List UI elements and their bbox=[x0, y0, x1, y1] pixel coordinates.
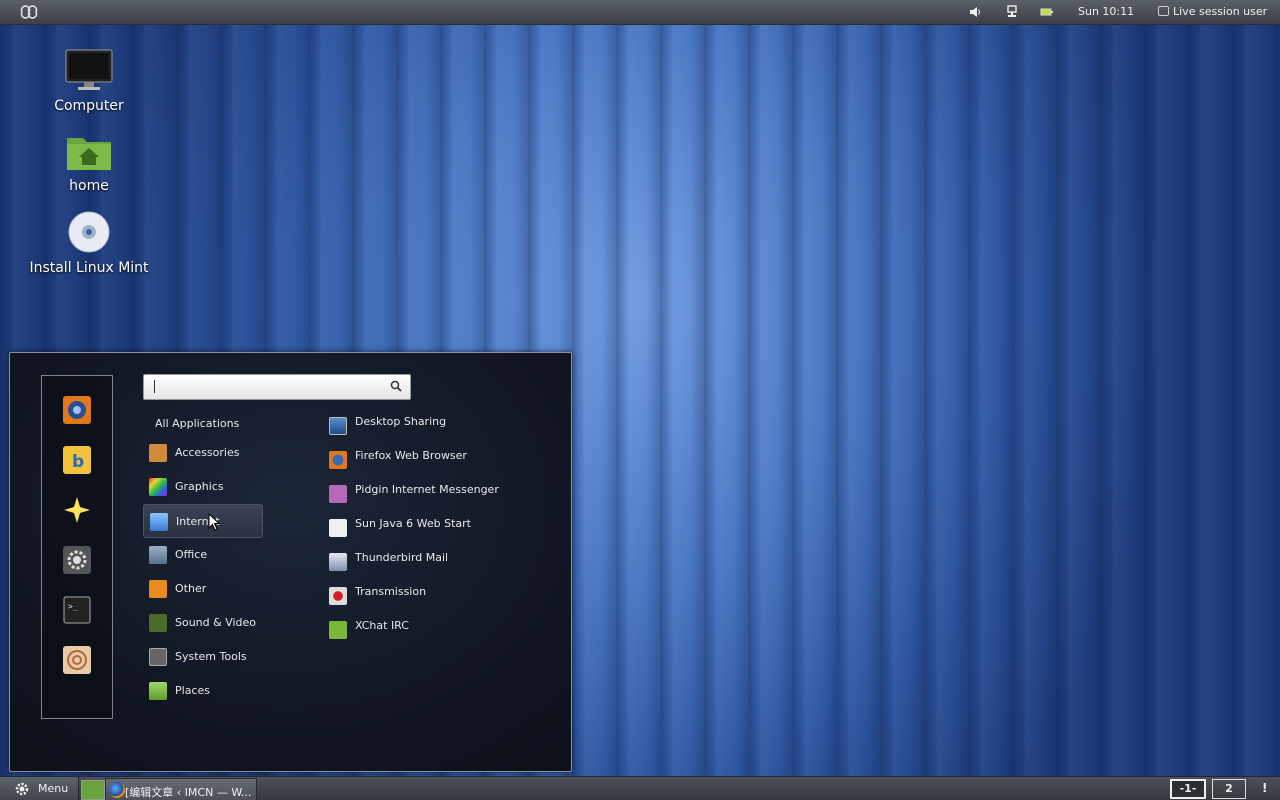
transmission-icon bbox=[329, 587, 347, 605]
app-xchat[interactable]: XChat IRC bbox=[328, 615, 538, 645]
desktop-sharing-icon bbox=[329, 417, 347, 435]
taskbar-window-button[interactable]: [编辑文章 ‹ IMCN — W... bbox=[105, 778, 257, 800]
firefox-icon bbox=[109, 782, 125, 798]
category-label: Graphics bbox=[175, 480, 224, 493]
desktop-icon-label: home bbox=[69, 178, 109, 194]
app-label: Thunderbird Mail bbox=[355, 551, 449, 564]
mouse-cursor-icon bbox=[208, 513, 220, 531]
desktop-icon-label: Install Linux Mint bbox=[29, 260, 149, 276]
search-input[interactable] bbox=[143, 374, 411, 400]
clock[interactable]: Sun 10:11 bbox=[1078, 5, 1134, 18]
svg-text:b: b bbox=[72, 452, 84, 472]
app-firefox[interactable]: Firefox Web Browser bbox=[328, 445, 538, 475]
app-java-web-start[interactable]: Sun Java 6 Web Start bbox=[328, 513, 538, 543]
pidgin-icon bbox=[329, 485, 347, 503]
battery-icon[interactable] bbox=[1040, 5, 1054, 19]
category-office[interactable]: Office bbox=[143, 538, 261, 570]
java-icon bbox=[329, 519, 347, 537]
favorites-panel: b >_ bbox=[41, 375, 113, 719]
sound-video-icon bbox=[149, 614, 167, 632]
category-accessories[interactable]: Accessories bbox=[143, 436, 261, 468]
app-label: Desktop Sharing bbox=[355, 415, 447, 428]
nautilus-icon[interactable] bbox=[63, 646, 91, 674]
network-icon[interactable] bbox=[1005, 5, 1019, 19]
category-label: Places bbox=[175, 684, 210, 697]
bottom-panel: Menu [编辑文章 ‹ IMCN — W... -1- 2 ! bbox=[0, 776, 1280, 800]
app-thunderbird[interactable]: Thunderbird Mail bbox=[328, 547, 538, 577]
user-icon bbox=[1158, 6, 1169, 16]
category-places[interactable]: Places bbox=[143, 674, 261, 706]
accessories-icon bbox=[149, 444, 167, 462]
search-icon[interactable] bbox=[390, 380, 402, 392]
app-label: Firefox Web Browser bbox=[355, 449, 467, 462]
category-sound-video[interactable]: Sound & Video bbox=[143, 606, 261, 638]
star-icon[interactable] bbox=[63, 496, 91, 524]
thunderbird-icon bbox=[329, 553, 347, 571]
app-transmission[interactable]: Transmission bbox=[328, 581, 538, 611]
gear-icon bbox=[15, 782, 29, 796]
category-system-tools[interactable]: System Tools bbox=[143, 640, 261, 672]
svg-text:>_: >_ bbox=[68, 602, 78, 611]
category-label: Accessories bbox=[175, 446, 240, 459]
text-caret bbox=[154, 380, 155, 393]
notification-indicator[interactable]: ! bbox=[1262, 781, 1267, 795]
settings-icon[interactable] bbox=[63, 546, 91, 574]
volume-icon[interactable] bbox=[968, 5, 982, 19]
all-applications-header[interactable]: All Applications bbox=[155, 417, 239, 430]
internet-icon bbox=[150, 513, 168, 531]
mint-logo-icon[interactable] bbox=[19, 5, 39, 19]
app-label: Sun Java 6 Web Start bbox=[355, 517, 471, 530]
app-label: Pidgin Internet Messenger bbox=[355, 483, 499, 496]
app-label: Transmission bbox=[355, 585, 427, 598]
app-label: XChat IRC bbox=[355, 619, 409, 632]
app-pidgin[interactable]: Pidgin Internet Messenger bbox=[328, 479, 538, 509]
workspace-1-button[interactable]: -1- bbox=[1170, 779, 1206, 799]
firefox-icon[interactable] bbox=[63, 396, 91, 424]
desktop-icon-home[interactable]: home bbox=[50, 132, 128, 194]
computer-icon bbox=[65, 49, 113, 90]
user-name: Live session user bbox=[1173, 5, 1268, 18]
category-label: Other bbox=[175, 582, 207, 595]
category-label: System Tools bbox=[175, 650, 247, 663]
places-folder-icon bbox=[149, 682, 167, 700]
banshee-icon[interactable]: b bbox=[63, 446, 91, 474]
firefox-icon bbox=[329, 451, 347, 469]
xchat-icon bbox=[329, 621, 347, 639]
category-label: Sound & Video bbox=[175, 616, 257, 629]
terminal-icon[interactable]: >_ bbox=[63, 596, 91, 624]
show-desktop-button[interactable] bbox=[81, 780, 105, 800]
office-icon bbox=[149, 546, 167, 564]
cd-icon bbox=[68, 211, 110, 253]
user-applet[interactable]: Live session user bbox=[1158, 5, 1267, 18]
other-icon bbox=[149, 580, 167, 598]
top-panel: Sun 10:11 Live session user bbox=[0, 0, 1280, 25]
category-label: Office bbox=[175, 548, 208, 561]
category-internet[interactable]: Internet bbox=[143, 504, 263, 538]
application-menu: b >_ All Applications Accessories Graphi… bbox=[9, 352, 572, 772]
menu-button[interactable]: Menu bbox=[0, 777, 79, 800]
category-other[interactable]: Other bbox=[143, 572, 261, 604]
workspace-2-button[interactable]: 2 bbox=[1212, 779, 1246, 799]
desktop-icon-label: Computer bbox=[54, 98, 124, 114]
desktop-icon-install[interactable]: Install Linux Mint bbox=[20, 210, 158, 276]
home-folder-icon bbox=[67, 138, 111, 170]
desktop-icon-computer[interactable]: Computer bbox=[50, 48, 128, 114]
system-tools-icon bbox=[149, 648, 167, 666]
app-desktop-sharing[interactable]: Desktop Sharing bbox=[328, 411, 538, 441]
menu-button-label: Menu bbox=[38, 782, 69, 795]
category-graphics[interactable]: Graphics bbox=[143, 470, 261, 502]
graphics-icon bbox=[149, 478, 167, 496]
taskbar-window-label: [编辑文章 ‹ IMCN — W... bbox=[125, 786, 252, 799]
